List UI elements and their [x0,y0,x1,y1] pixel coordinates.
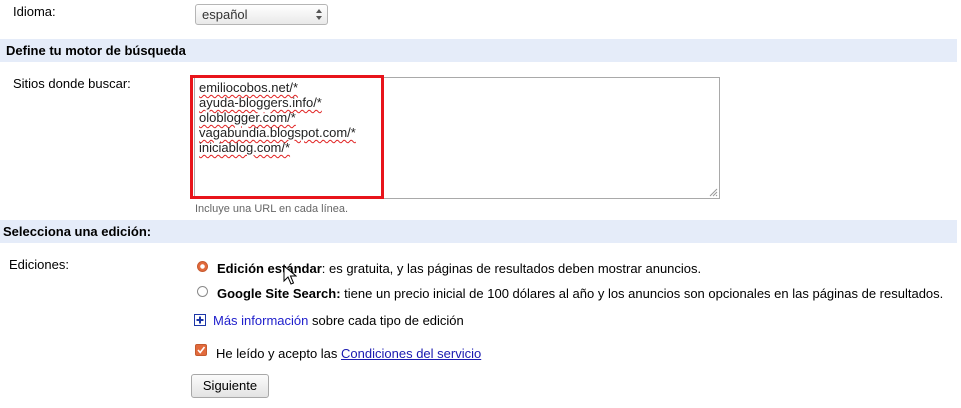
select-arrows-icon [316,9,322,20]
expand-plus-icon[interactable] [194,314,206,326]
mouse-cursor-icon [283,265,297,285]
checkmark-icon [197,346,206,354]
edition-section-title: Selecciona una edición: [3,224,152,239]
more-info-link[interactable]: Más información [213,313,308,328]
standard-edition-radio[interactable] [197,261,208,272]
more-info-suffix: sobre cada tipo de edición [308,313,464,328]
resize-grip-icon[interactable] [709,188,718,197]
terms-link[interactable]: Condiciones del servicio [341,346,481,361]
standard-edition-description: : es gratuita, y las páginas de resultad… [321,261,702,276]
language-select-value: español [202,7,248,22]
terms-checkbox[interactable] [195,344,207,356]
terms-row: He leído y acepto las Condiciones del se… [216,346,481,361]
more-info-row: Más información sobre cada tipo de edici… [213,313,464,328]
search-engine-section-header: Define tu motor de búsqueda [0,39,957,62]
site-search-edition-name: Google Site Search: [217,286,341,301]
edition-section-header: Selecciona una edición: [0,220,957,243]
site-search-edition-option[interactable]: Google Site Search: tiene un precio inic… [217,286,943,301]
sites-hint: Incluye una URL en cada línea. [195,203,349,215]
next-button[interactable]: Siguiente [191,374,269,398]
language-label: Idioma: [13,4,56,19]
site-search-edition-description: tiene un precio inicial de 100 dólares a… [340,286,944,301]
terms-prefix: He leído y acepto las [216,346,342,361]
standard-edition-name: Edición estándar [217,261,322,276]
language-select[interactable]: español [195,4,328,25]
editions-label: Ediciones: [9,257,69,272]
search-engine-section-title: Define tu motor de búsqueda [6,43,186,58]
sites-label: Sitios donde buscar: [13,76,131,91]
highlight-box [190,75,384,199]
site-search-edition-radio[interactable] [197,286,208,297]
